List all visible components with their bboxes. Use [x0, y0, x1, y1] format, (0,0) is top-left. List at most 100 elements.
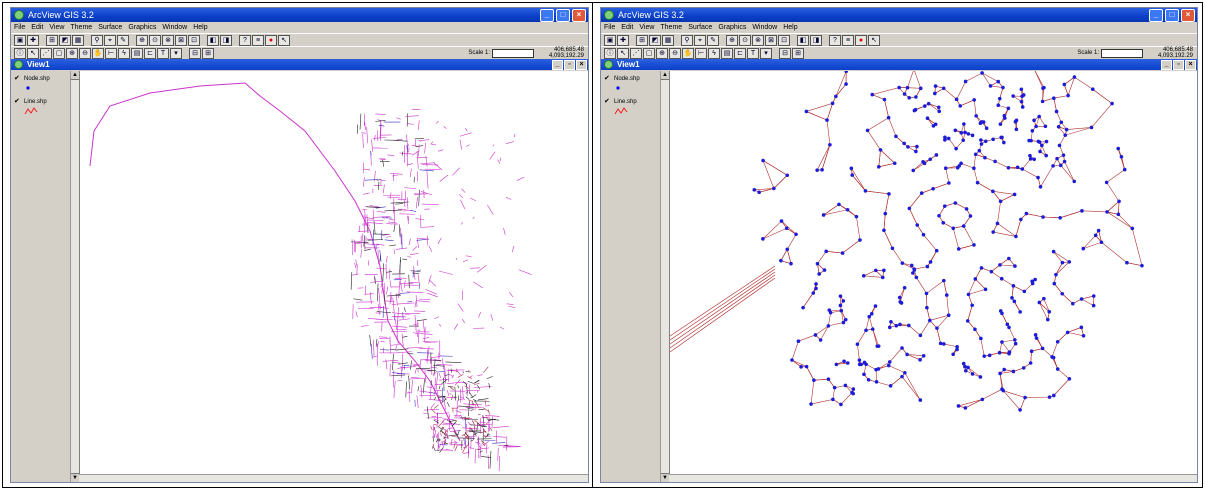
layer-visible-checkbox[interactable]: ✔ [604, 98, 611, 105]
find-icon[interactable]: ⚲ [91, 34, 103, 46]
zoom-full-icon[interactable]: ⊕ [726, 34, 738, 46]
zoom-in-icon[interactable]: ⊠ [175, 34, 187, 46]
close-button[interactable]: × [1181, 8, 1195, 22]
zoom-selected-icon[interactable]: ⊗ [752, 34, 764, 46]
save-icon[interactable]: ▣ [14, 34, 26, 46]
scale-input[interactable] [492, 48, 534, 58]
zoom-out-tool-icon[interactable]: ⊖ [79, 47, 91, 59]
menu-window[interactable]: Window [162, 24, 187, 31]
zoom-in-icon[interactable]: ⊠ [765, 34, 777, 46]
layout-icon[interactable]: ≡ [252, 34, 264, 46]
edit-legend-icon[interactable]: ◩ [649, 34, 661, 46]
add-theme-icon[interactable]: ✚ [617, 34, 629, 46]
menu-view[interactable]: View [49, 24, 64, 31]
measure-icon[interactable]: ⊢ [105, 47, 117, 59]
record-icon[interactable]: ● [265, 34, 277, 46]
maximize-button[interactable]: □ [1165, 8, 1179, 22]
help-icon[interactable]: ? [239, 34, 251, 46]
pan-icon[interactable]: ✋ [682, 47, 694, 59]
layer-node-shp[interactable]: ✔ Node.shp [14, 75, 76, 82]
measure-icon[interactable]: ⊢ [695, 47, 707, 59]
menu-file[interactable]: File [604, 24, 615, 31]
scroll-down-arrow[interactable]: ▼ [71, 473, 79, 482]
draw-dropdown-icon[interactable]: ▾ [170, 47, 182, 59]
pan-icon[interactable]: ✋ [92, 47, 104, 59]
select-by-theme-icon[interactable]: ◨ [220, 34, 232, 46]
find-icon[interactable]: ⚲ [681, 34, 693, 46]
locate-address-icon[interactable]: ⌖ [104, 34, 116, 46]
menu-surface[interactable]: Surface [98, 24, 122, 31]
zoom-in-tool-icon[interactable]: ⊕ [66, 47, 78, 59]
map-canvas[interactable] [80, 71, 588, 482]
menu-graphics[interactable]: Graphics [718, 24, 746, 31]
cursor-icon[interactable]: ↖ [278, 34, 290, 46]
menu-graphics[interactable]: Graphics [128, 24, 156, 31]
layer-line-shp[interactable]: ✔ Line.shp [604, 98, 666, 105]
theme-properties-icon[interactable]: ⊞ [636, 34, 648, 46]
layer-node-shp[interactable]: ✔ Node.shp [604, 75, 666, 82]
layer-visible-checkbox[interactable]: ✔ [14, 75, 21, 82]
toc-scrollbar[interactable]: ▲ ▼ [660, 71, 669, 482]
view-maximize-button[interactable]: ▫ [564, 59, 575, 70]
menu-theme[interactable]: Theme [70, 24, 92, 31]
vertex-edit-icon[interactable]: ⋰ [630, 47, 642, 59]
layout-icon[interactable]: ≡ [842, 34, 854, 46]
query-builder-icon[interactable]: ✎ [117, 34, 129, 46]
view-minimize-button[interactable]: _ [1161, 59, 1172, 70]
save-icon[interactable]: ▣ [604, 34, 616, 46]
text-icon[interactable]: T [157, 47, 169, 59]
scroll-up-arrow[interactable]: ▲ [661, 71, 669, 80]
map-horizontal-scrollbar[interactable] [669, 474, 1197, 482]
zoom-in-tool-icon[interactable]: ⊕ [656, 47, 668, 59]
maximize-button[interactable]: □ [556, 8, 570, 22]
map-horizontal-scrollbar[interactable] [79, 474, 588, 482]
draw-dropdown-icon[interactable]: ▾ [760, 47, 772, 59]
snap-icon[interactable]: ⊟ [189, 47, 201, 59]
zoom-full-icon[interactable]: ⊕ [136, 34, 148, 46]
pointer-icon[interactable]: ↖ [617, 47, 629, 59]
open-table-icon[interactable]: ▦ [72, 34, 84, 46]
record-icon[interactable]: ● [855, 34, 867, 46]
previous-extent-icon[interactable]: ◧ [797, 34, 809, 46]
view-close-button[interactable]: × [576, 59, 587, 70]
cursor-icon[interactable]: ↖ [868, 34, 880, 46]
vertex-edit-icon[interactable]: ⋰ [40, 47, 52, 59]
text-icon[interactable]: T [747, 47, 759, 59]
layer-line-shp[interactable]: ✔ Line.shp [14, 98, 76, 105]
previous-extent-icon[interactable]: ◧ [207, 34, 219, 46]
help-icon[interactable]: ? [829, 34, 841, 46]
layer-visible-checkbox[interactable]: ✔ [604, 75, 611, 82]
label-icon[interactable]: ⊏ [734, 47, 746, 59]
menu-surface[interactable]: Surface [688, 24, 712, 31]
add-theme-icon[interactable]: ✚ [27, 34, 39, 46]
map-canvas[interactable] [670, 71, 1197, 482]
label-icon[interactable]: ⊏ [144, 47, 156, 59]
menu-window[interactable]: Window [752, 24, 777, 31]
scroll-down-arrow[interactable]: ▼ [661, 473, 669, 482]
minimize-button[interactable]: _ [1149, 8, 1163, 22]
menu-help[interactable]: Help [193, 24, 207, 31]
scroll-up-arrow[interactable]: ▲ [71, 71, 79, 80]
area-of-interest-icon[interactable]: ▤ [721, 47, 733, 59]
zoom-out-icon[interactable]: ⊡ [778, 34, 790, 46]
edit-legend-icon[interactable]: ◩ [59, 34, 71, 46]
menu-theme[interactable]: Theme [660, 24, 682, 31]
identify-icon[interactable]: ⓘ [604, 47, 616, 59]
menu-edit[interactable]: Edit [621, 24, 633, 31]
layer-visible-checkbox[interactable]: ✔ [14, 98, 21, 105]
zoom-out-tool-icon[interactable]: ⊖ [669, 47, 681, 59]
zoom-active-icon[interactable]: ⊙ [149, 34, 161, 46]
select-feature-icon[interactable]: ▢ [53, 47, 65, 59]
scale-input[interactable] [1101, 48, 1143, 58]
menu-edit[interactable]: Edit [31, 24, 43, 31]
query-builder-icon[interactable]: ✎ [707, 34, 719, 46]
view-maximize-button[interactable]: ▫ [1173, 59, 1184, 70]
open-table-icon[interactable]: ▦ [662, 34, 674, 46]
hotlink-icon[interactable]: ϟ [708, 47, 720, 59]
zoom-selected-icon[interactable]: ⊗ [162, 34, 174, 46]
select-by-theme-icon[interactable]: ◨ [810, 34, 822, 46]
identify-icon[interactable]: ⓘ [14, 47, 26, 59]
menu-view[interactable]: View [639, 24, 654, 31]
select-feature-icon[interactable]: ▢ [643, 47, 655, 59]
menu-file[interactable]: File [14, 24, 25, 31]
